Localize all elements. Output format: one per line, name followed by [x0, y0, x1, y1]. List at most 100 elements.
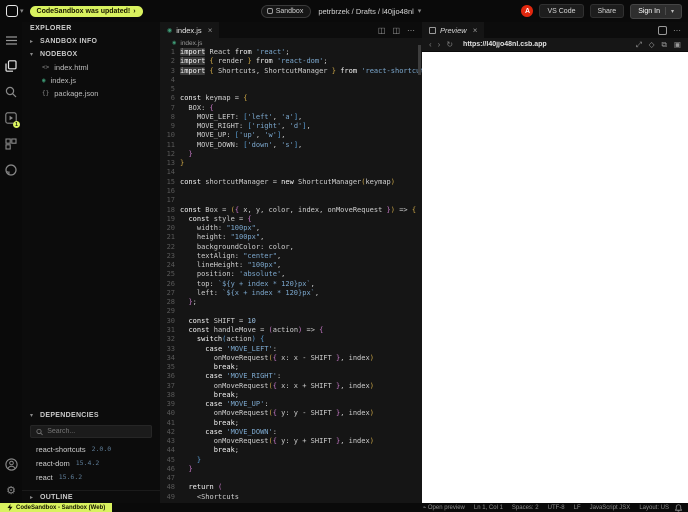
editor-scrollbar[interactable] [418, 45, 421, 75]
resize-icon[interactable]: ⤢ [636, 40, 642, 50]
file-item-package-json[interactable]: {} package.json [22, 87, 160, 100]
code-line[interactable]: 3 import { Shortcuts, ShortcutManager } f… [160, 66, 422, 76]
code-line[interactable]: 17 [160, 196, 422, 205]
code-line[interactable]: 8 MOVE_LEFT: ['left', 'a'], [160, 113, 422, 122]
editor-breadcrumb[interactable]: ◉ index.js [160, 38, 422, 48]
preview-settings-icon[interactable] [658, 25, 667, 35]
tab-index-js[interactable]: ◉ index.js × [160, 22, 220, 38]
code-line[interactable]: 9 MOVE_RIGHT: ['right', 'd'], [160, 122, 422, 131]
status-item[interactable]: LF [574, 505, 581, 511]
code-line[interactable]: 32 switch(action) { [160, 335, 422, 344]
status-item[interactable]: JavaScript JSX [590, 505, 631, 511]
tab-preview[interactable]: Preview × [422, 22, 485, 38]
forward-icon[interactable]: › [438, 40, 441, 49]
dependency-item[interactable]: react-dom 15.4.2 [22, 456, 160, 470]
file-item-index-js[interactable]: ◉ index.js [22, 74, 160, 87]
breadcrumb[interactable]: petrbrzek / Drafts / l40jjo48nl ▾ [318, 7, 427, 16]
code-line[interactable]: 13} [160, 159, 422, 168]
code-line[interactable]: 39 case 'MOVE_UP': [160, 400, 422, 409]
file-item-index-html[interactable]: <> index.html [22, 61, 160, 74]
code-line[interactable]: 49 <Shortcuts [160, 493, 422, 502]
settings-gear-icon[interactable]: ⚙ [0, 477, 22, 503]
code-line[interactable]: 47 [160, 474, 422, 483]
run-tasks-icon[interactable]: 1 [0, 105, 22, 131]
code-line[interactable]: 15 const shortcutManager = new ShortcutMa… [160, 178, 422, 187]
code-line[interactable]: 43 onMoveRequest({ y: y + SHIFT }, index… [160, 437, 422, 446]
reload-icon[interactable]: ↻ [446, 40, 453, 49]
open-new-window-icon[interactable]: ⧉ [662, 40, 667, 50]
status-item[interactable]: Spaces: 2 [512, 505, 539, 511]
code-line[interactable]: 34 onMoveRequest({ x: x - SHIFT }, index… [160, 354, 422, 363]
code-line[interactable]: 23 textAlign: "center", [160, 252, 422, 261]
code-line[interactable]: 22 backgroundColor: color, [160, 243, 422, 252]
devtools-icon[interactable] [0, 131, 22, 157]
code-line[interactable]: 38 break; [160, 391, 422, 400]
screenshot-icon[interactable]: ▣ [674, 40, 681, 49]
section-sandbox-info[interactable]: ▸ SANDBOX INFO [22, 35, 160, 48]
code-line[interactable]: 4 [160, 76, 422, 85]
preview-viewport[interactable] [422, 52, 688, 503]
close-icon[interactable]: × [208, 26, 213, 35]
account-icon[interactable] [0, 451, 22, 477]
share-button[interactable]: Share [589, 4, 625, 18]
status-item[interactable]: ⌁ Open preview [423, 504, 465, 511]
section-nodebox[interactable]: ▾ NODEBOX [22, 48, 160, 61]
vscode-button[interactable]: VS Code [539, 4, 584, 18]
back-icon[interactable]: ‹ [429, 40, 432, 49]
code-line[interactable]: 10 MOVE_UP: ['up', 'w'], [160, 131, 422, 140]
layout-icon[interactable]: ◫ [392, 26, 400, 35]
status-item[interactable]: UTF-8 [548, 505, 565, 511]
code-line[interactable]: 1 import React from 'react'; [160, 48, 422, 57]
code-line[interactable]: 33 case 'MOVE_LEFT': [160, 345, 422, 354]
status-item[interactable]: Ln 1, Col 1 [474, 505, 503, 511]
code-line[interactable]: 42 case 'MOVE_DOWN': [160, 428, 422, 437]
code-line[interactable]: 28 }; [160, 298, 422, 307]
code-area[interactable]: 1 import React from 'react'; 2 import { ren… [160, 48, 422, 503]
menu-icon[interactable] [0, 27, 22, 53]
code-line[interactable]: 29 [160, 307, 422, 316]
code-line[interactable]: 48 return ( [160, 483, 422, 492]
remote-status-badge[interactable]: CodeSandbox - Sandbox (Web) [0, 503, 113, 512]
more-actions-icon[interactable]: ⋯ [407, 26, 415, 35]
search-icon[interactable] [0, 79, 22, 105]
explorer-files-icon[interactable] [0, 53, 22, 79]
update-notification-pill[interactable]: CodeSandbox was updated! › [29, 5, 143, 17]
code-line[interactable]: 30 const SHIFT = 10 [160, 317, 422, 326]
code-line[interactable]: 24 lineHeight: "100px", [160, 261, 422, 270]
code-line[interactable]: 16 [160, 187, 422, 196]
dependency-item[interactable]: react 15.6.2 [22, 470, 160, 484]
code-line[interactable]: 6 const keymap = { [160, 94, 422, 103]
dependency-search-input[interactable] [47, 428, 146, 435]
code-line[interactable]: 7 BOX: { [160, 104, 422, 113]
codesandbox-logo-icon[interactable] [6, 5, 18, 17]
code-line[interactable]: 25 position: 'absolute', [160, 270, 422, 279]
code-line[interactable]: 40 onMoveRequest({ y: y - SHIFT }, index… [160, 409, 422, 418]
code-line[interactable]: 36 case 'MOVE_RIGHT': [160, 372, 422, 381]
more-actions-icon[interactable]: ⋯ [673, 26, 681, 35]
code-line[interactable]: 31 const handleMove = (action) => { [160, 326, 422, 335]
github-icon[interactable] [0, 157, 22, 183]
code-line[interactable]: 2 import { render } from 'react-dom'; [160, 57, 422, 66]
split-editor-icon[interactable]: ◫ [378, 26, 386, 35]
dependency-item[interactable]: react-shortcuts 2.0.0 [22, 442, 160, 456]
bell-icon[interactable] [675, 503, 682, 512]
code-line[interactable]: 18 const Box = ({ x, y, color, index, onM… [160, 206, 422, 215]
code-line[interactable]: 14 [160, 168, 422, 177]
code-line[interactable]: 35 break; [160, 363, 422, 372]
url-input[interactable]: https://l40jjo48nl.csb.app [463, 41, 630, 48]
workspace-caret-icon[interactable]: ▾ [20, 7, 24, 15]
code-line[interactable]: 5 [160, 85, 422, 94]
code-line[interactable]: 45 } [160, 456, 422, 465]
responsive-mode-icon[interactable]: ◇ [649, 40, 655, 49]
code-line[interactable]: 44 break; [160, 446, 422, 455]
status-item[interactable]: Layout: US [639, 505, 669, 511]
code-line[interactable]: 20 width: "100px", [160, 224, 422, 233]
avatar[interactable]: A [521, 5, 534, 17]
signin-button[interactable]: Sign In ▾ [630, 3, 682, 19]
code-line[interactable]: 26 top: `${y + index * 120}px`, [160, 280, 422, 289]
code-line[interactable]: 46 } [160, 465, 422, 474]
code-line[interactable]: 27 left: `${x + index * 120}px`, [160, 289, 422, 298]
dependency-search[interactable] [30, 425, 152, 438]
code-line[interactable]: 11 MOVE_DOWN: ['down', 's'], [160, 141, 422, 150]
sandbox-type-badge[interactable]: Sandbox [260, 4, 312, 18]
